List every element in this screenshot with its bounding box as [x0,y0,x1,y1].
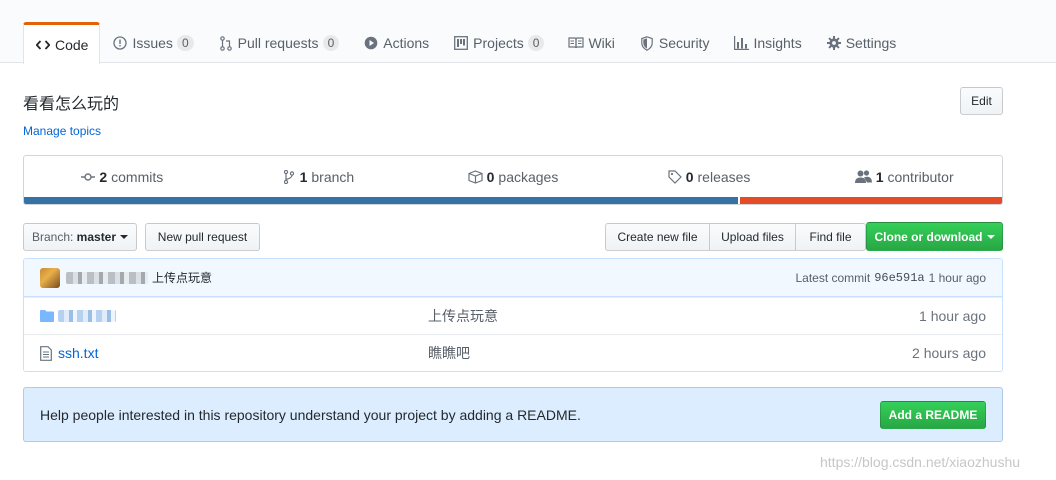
caret-down-icon [120,235,129,239]
shield-icon [639,35,655,51]
branches-label: branch [311,168,355,185]
branches-link[interactable]: 1 branch [220,156,416,197]
issues-counter: 0 [176,35,194,51]
file-link[interactable]: ssh.txt [58,345,428,361]
clone-label: Clone or download [874,229,983,244]
latest-commit-label: Latest commit [795,270,871,285]
tab-label: Pull requests [237,35,319,51]
tab-label: Projects [473,35,524,51]
file-commit-message[interactable]: 上传点玩意 [428,306,858,326]
commit-age: 1 hour ago [928,270,986,285]
releases-count: 0 [685,168,694,185]
readme-prompt-text: Help people interested in this repositor… [40,406,581,423]
tab-insights[interactable]: Insights [721,22,813,63]
branch-prefix: Branch: [31,230,74,244]
table-row: 上传点玩意 1 hour ago [24,297,1002,334]
commits-label: commits [111,168,164,185]
tab-label: Security [658,35,710,51]
branches-count: 1 [299,168,308,185]
projects-counter: 0 [527,35,545,51]
tab-label: Wiki [588,35,615,51]
directory-link[interactable] [58,310,428,322]
contributors-label: contributor [887,168,954,185]
pull-requests-counter: 0 [322,35,340,51]
repo-summary: 2 commits 1 branch 0 packages 0 releases [23,155,1003,205]
tab-settings[interactable]: Settings [814,22,909,63]
people-icon [855,169,873,185]
tab-issues[interactable]: Issues 0 [100,22,205,63]
language-bar[interactable] [24,197,1002,204]
file-table: 上传点玩意 Latest commit 96e591a 1 hour ago 上… [23,258,1003,372]
tab-projects[interactable]: Projects 0 [441,22,556,63]
tab-label: Actions [383,35,430,51]
create-new-file-button[interactable]: Create new file [605,223,710,251]
packages-count: 0 [486,168,495,185]
find-file-button[interactable]: Find file [795,223,866,251]
tag-icon [667,169,683,185]
contributors-count: 1 [875,168,884,185]
file-age: 2 hours ago [912,345,986,361]
tab-label: Settings [845,35,897,51]
redacted-directory-name [58,310,116,322]
tab-actions[interactable]: Actions [351,22,441,63]
packages-link[interactable]: 0 packages [415,156,611,197]
watermark: https://blog.csdn.net/xiaozhushu [820,454,1021,470]
repo-nav: Code Issues 0 Pull requests 0 Actions Pr… [0,0,1056,64]
project-icon [453,35,469,51]
caret-down-icon [986,234,995,239]
contributors-link[interactable]: 1 contributor [806,156,1002,197]
branch-name: master [76,230,117,244]
graph-icon [733,35,749,51]
manage-topics-link[interactable]: Manage topics [23,124,101,138]
commit-icon [80,169,96,185]
book-icon [568,35,585,51]
code-icon [35,37,51,53]
tab-security[interactable]: Security [627,22,722,63]
file-text-icon [24,345,58,361]
upload-files-button[interactable]: Upload files [709,223,796,251]
add-readme-button[interactable]: Add a README [880,400,986,429]
branch-icon [281,169,297,185]
releases-link[interactable]: 0 releases [611,156,807,197]
package-icon [468,169,484,185]
commit-tease: 上传点玩意 Latest commit 96e591a 1 hour ago [24,259,1002,297]
language-segment[interactable] [24,197,738,204]
branch-select-button[interactable]: Branch: master [23,223,137,251]
redacted-author[interactable] [66,271,148,284]
tab-label: Code [55,36,89,53]
folder-icon [24,310,58,322]
issue-icon [112,35,128,51]
readme-prompt: Help people interested in this repositor… [23,387,1003,442]
tab-code[interactable]: Code [23,22,101,64]
latest-commit: Latest commit 96e591a 1 hour ago [795,271,986,285]
file-actions-group: Create new file Upload files Find file [605,223,866,251]
commit-sha-link[interactable]: 96e591a [874,271,924,285]
packages-label: packages [498,168,559,185]
tab-pull-requests[interactable]: Pull requests 0 [206,22,352,63]
repo-description: 看看怎么玩的 [23,94,120,113]
commit-message[interactable]: 上传点玩意 [152,269,212,286]
gear-icon [826,35,842,51]
table-row: ssh.txt 瞧瞧吧 2 hours ago [24,334,1002,371]
repo-tabs: Code Issues 0 Pull requests 0 Actions Pr… [23,22,909,64]
tab-label: Issues [132,35,173,51]
pull-request-icon [218,35,234,51]
edit-description-button[interactable]: Edit [960,87,1003,115]
commits-link[interactable]: 2 commits [24,156,220,197]
tab-wiki[interactable]: Wiki [556,22,626,63]
file-commit-message[interactable]: 瞧瞧吧 [428,343,858,363]
play-icon [363,35,379,51]
new-pull-request-button[interactable]: New pull request [145,223,260,251]
tab-label: Insights [753,35,802,51]
releases-label: releases [697,168,751,185]
clone-or-download-button[interactable]: Clone or download [866,222,1003,251]
commits-count: 2 [99,168,108,185]
avatar[interactable] [40,267,60,288]
file-age: 1 hour ago [919,308,986,324]
language-segment[interactable] [737,197,1002,204]
